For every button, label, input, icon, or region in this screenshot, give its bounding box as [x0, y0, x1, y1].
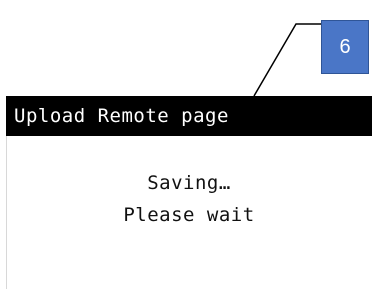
callout-number-badge: 6	[321, 20, 369, 74]
callout-number: 6	[339, 35, 351, 58]
device-screen-annotated: 6 Upload Remote page Saving… Please wait	[0, 0, 372, 289]
screen-title-bar: Upload Remote page	[6, 96, 372, 136]
saving-message: Saving…	[147, 172, 231, 194]
please-wait-message: Please wait	[123, 204, 255, 226]
screen-title: Upload Remote page	[14, 105, 229, 127]
